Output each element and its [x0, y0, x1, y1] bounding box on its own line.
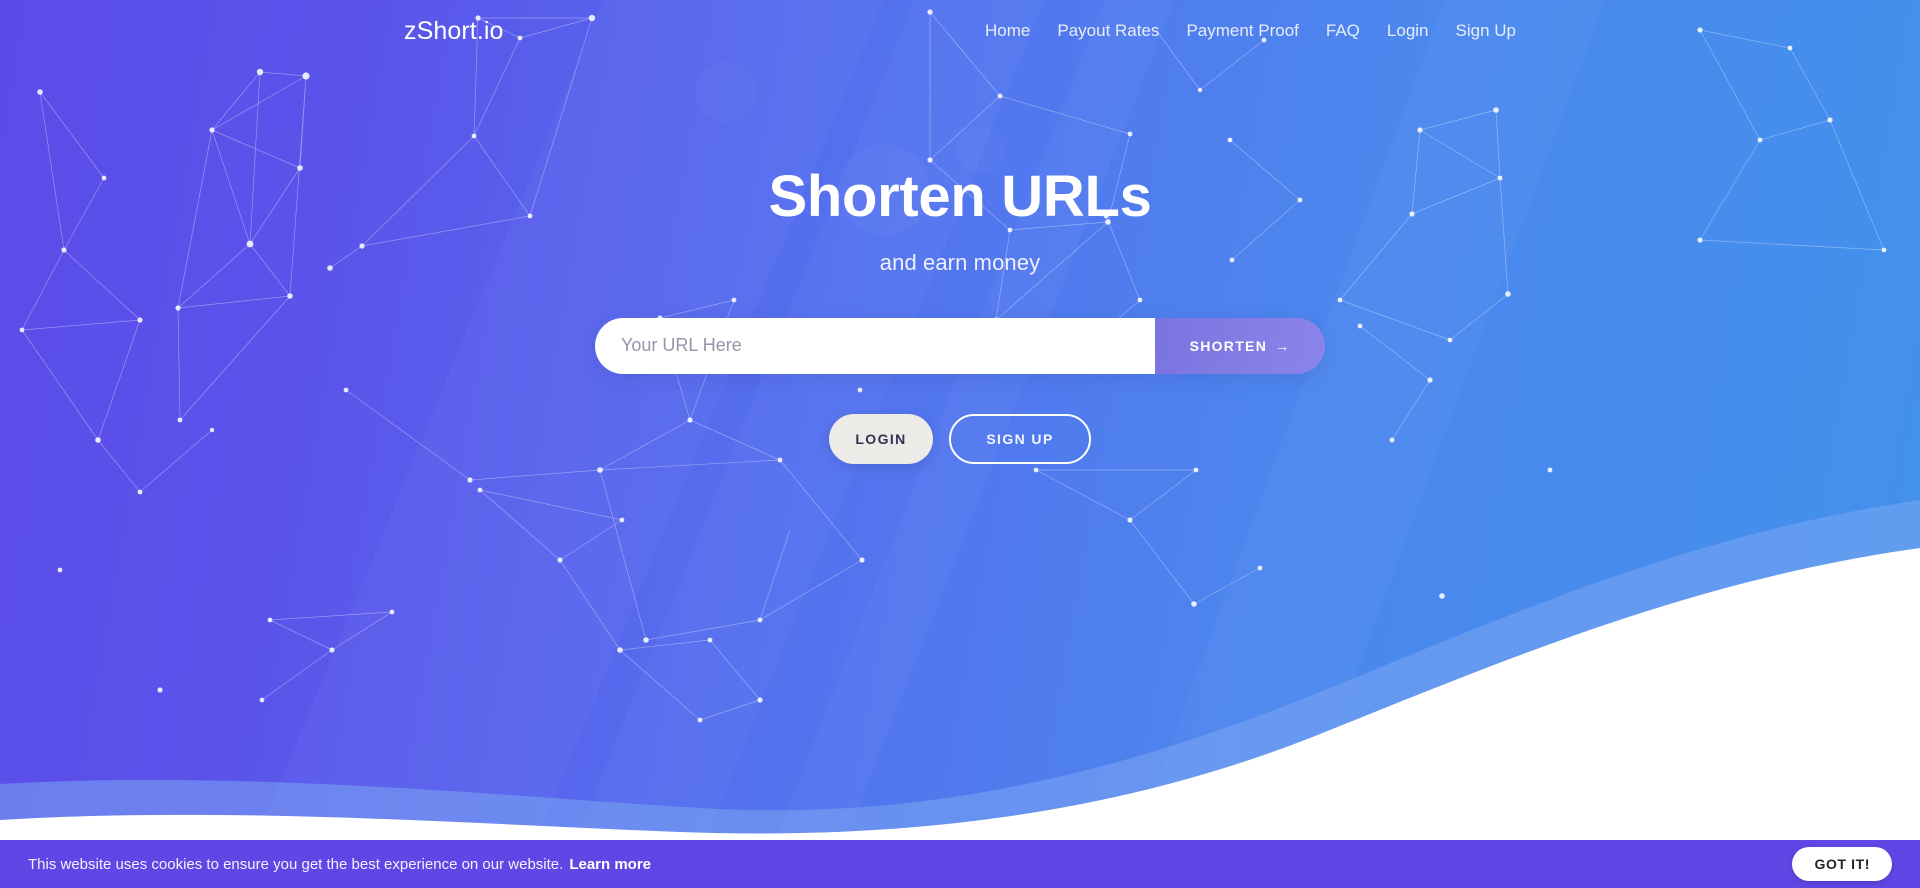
nav-link-faq[interactable]: FAQ: [1326, 21, 1360, 41]
nav-link-login[interactable]: Login: [1387, 21, 1429, 41]
nav-link-signup[interactable]: Sign Up: [1456, 21, 1516, 41]
hero-section: Shorten URLs and earn money SHORTEN → LO…: [0, 0, 1920, 840]
page-title: Shorten URLs: [768, 164, 1152, 229]
login-button[interactable]: LOGIN: [829, 413, 933, 464]
signup-button[interactable]: SIGN UP: [949, 413, 1091, 464]
shorten-button-label: SHORTEN: [1189, 337, 1268, 354]
page-root: zShort.io Home Payout Rates Payment Proo…: [0, 0, 1920, 888]
nav-links: Home Payout Rates Payment Proof FAQ Logi…: [985, 21, 1516, 41]
cookie-message: This website uses cookies to ensure you …: [28, 855, 564, 873]
arrow-right-icon: →: [1275, 337, 1291, 354]
nav-link-home[interactable]: Home: [985, 21, 1030, 41]
url-shortener-form: SHORTEN →: [595, 317, 1325, 374]
url-input[interactable]: [595, 317, 1155, 374]
cookie-learn-more-link[interactable]: Learn more: [569, 856, 651, 873]
cookie-accept-button[interactable]: GOT IT!: [1792, 847, 1892, 881]
nav-link-payout-rates[interactable]: Payout Rates: [1057, 21, 1159, 41]
brand-logo[interactable]: zShort.io: [404, 17, 504, 46]
navbar: zShort.io Home Payout Rates Payment Proo…: [0, 0, 1920, 62]
page-subtitle: and earn money: [879, 249, 1041, 275]
nav-link-payment-proof[interactable]: Payment Proof: [1186, 21, 1298, 41]
cookie-consent-banner: This website uses cookies to ensure you …: [0, 840, 1920, 888]
shorten-button[interactable]: SHORTEN →: [1155, 317, 1325, 374]
auth-buttons: LOGIN SIGN UP: [829, 413, 1091, 464]
